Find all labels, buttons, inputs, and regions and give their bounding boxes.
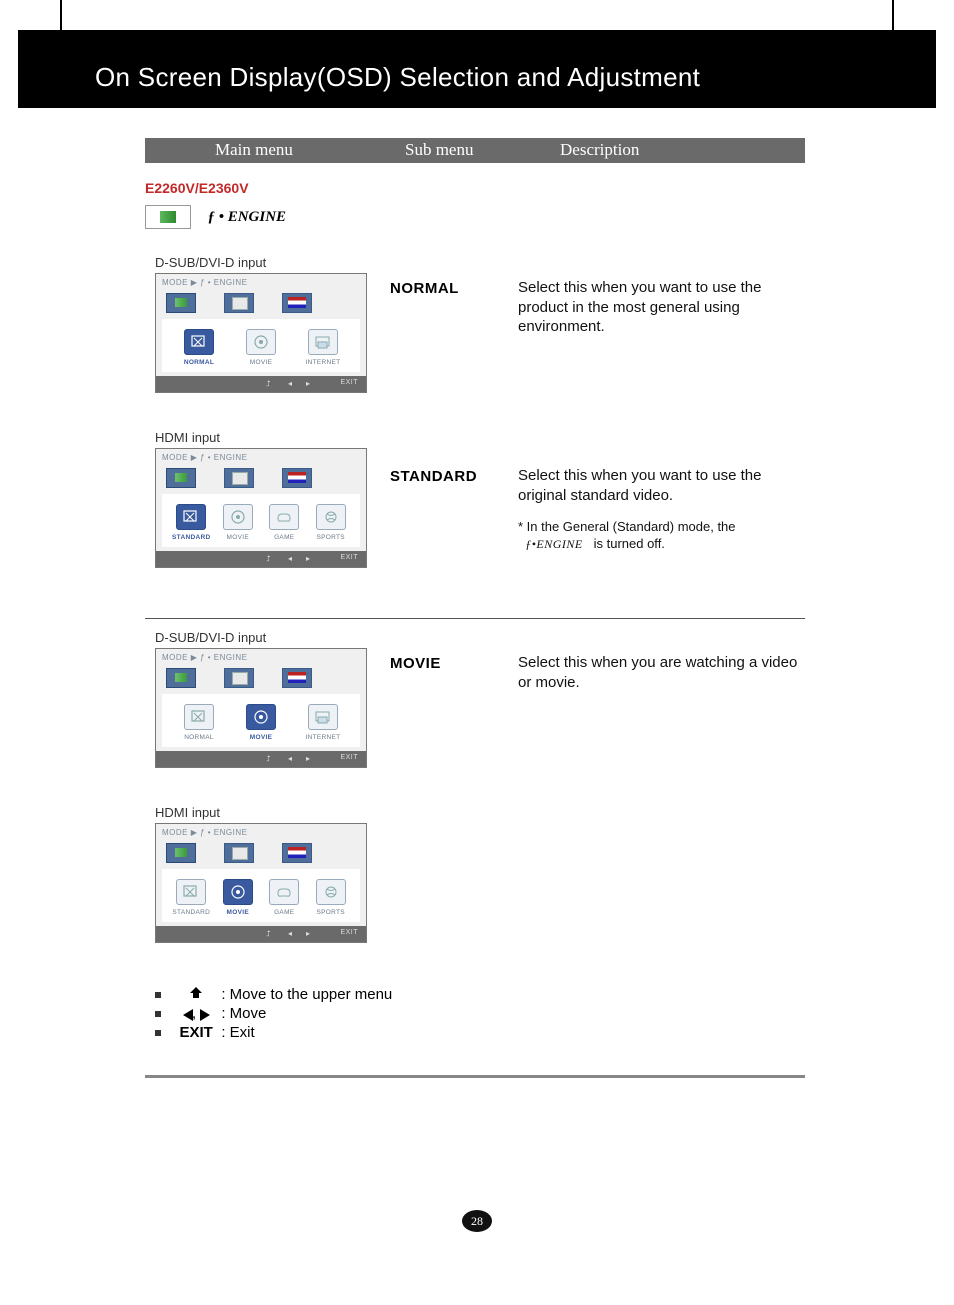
left-right-arrows-icon: , [175,1006,217,1023]
legend-row-up: : Move to the upper menu [155,986,392,1004]
osd-breadcrumb: MODE ▶ ƒ • ENGINE [156,449,366,466]
osd-opt-normal: NORMAL [179,704,219,741]
osd-tab-flag-icon [282,468,312,488]
bullet-icon [155,992,161,998]
crop-mark-right [892,0,894,30]
osd-opt-standard: STANDARD [171,879,211,916]
legend-exit-label: EXIT [175,1024,217,1041]
osd-tab-engine-icon [166,668,196,688]
osd-opt-movie: MOVIE [241,329,281,366]
sub-standard: STANDARD [390,468,477,485]
osd-opt-sports: SPORTS [311,879,351,916]
fengine-inline-icon: ƒ•ENGINE [525,537,583,551]
osd-opt-internet: INTERNET [303,329,343,366]
engine-icon [145,205,191,229]
osd-screenshot-hdmi-movie: MODE ▶ ƒ • ENGINE STANDARD MOVIE GAME SP… [155,823,367,943]
osd-footer: ⮥ ◂ ▸ EXIT [156,551,366,567]
up-icon: ⮥ [266,754,271,764]
exit-label: EXIT [340,379,358,386]
osd-opt-standard: STANDARD [171,504,211,541]
section-divider [145,618,805,619]
osd-opt-internet: INTERNET [303,704,343,741]
desc-movie: Select this when you are watching a vide… [518,653,803,692]
sub-movie: MOVIE [390,655,441,672]
header-desc: Description [560,140,639,160]
model-label: E2260V/E2360V [145,180,249,196]
osd-screenshot-hdmi-standard: MODE ▶ ƒ • ENGINE STANDARD MOVIE GAME SP… [155,448,367,568]
exit-label: EXIT [340,554,358,561]
osd-tab-flag-icon [282,843,312,863]
osd-breadcrumb: MODE ▶ ƒ • ENGINE [156,649,366,666]
osd-screenshot-dsub-movie: MODE ▶ ƒ • ENGINE NORMAL MOVIE INTERNET … [155,648,367,768]
desc-standard: Select this when you want to use the ori… [518,466,803,553]
bottom-rule [145,1075,805,1078]
osd-opt-game: GAME [264,879,304,916]
osd-tab-flag-icon [282,668,312,688]
left-icon: ◂ [288,554,292,563]
right-icon: ▸ [306,379,310,388]
osd-opt-sports: SPORTS [311,504,351,541]
left-icon: ◂ [288,379,292,388]
crop-mark-left [60,0,62,30]
osd-tab-window-icon [224,468,254,488]
header-sub: Sub menu [405,140,473,160]
engine-label: ƒ • ENGINE [207,209,286,226]
up-icon: ⮥ [266,379,271,389]
osd-breadcrumb: MODE ▶ ƒ • ENGINE [156,824,366,841]
legend: : Move to the upper menu , : Move EXIT :… [155,985,392,1042]
caption-hdmi-2: HDMI input [155,805,220,820]
up-arrow-icon [175,986,217,1004]
bullet-icon [155,1011,161,1017]
osd-tab-window-icon [224,843,254,863]
osd-footer: ⮥ ◂ ▸ EXIT [156,376,366,392]
left-icon: ◂ [288,754,292,763]
osd-tab-window-icon [224,668,254,688]
right-icon: ▸ [306,754,310,763]
sub-normal: NORMAL [390,280,459,297]
engine-row: ƒ • ENGINE [145,205,286,233]
left-icon: ◂ [288,929,292,938]
osd-footer: ⮥ ◂ ▸ EXIT [156,751,366,767]
osd-footer: ⮥ ◂ ▸ EXIT [156,926,366,942]
osd-tab-engine-icon [166,843,196,863]
osd-screenshot-dsub-normal: MODE ▶ ƒ • ENGINE NORMAL MOVIE INTERNET … [155,273,367,393]
legend-row-move: , : Move [155,1005,392,1023]
osd-opt-game: GAME [264,504,304,541]
caption-dsub-1: D-SUB/DVI-D input [155,255,266,270]
bullet-icon [155,1030,161,1036]
exit-label: EXIT [340,929,358,936]
header-main: Main menu [215,140,293,160]
right-icon: ▸ [306,929,310,938]
legend-row-exit: EXIT : Exit [155,1024,392,1042]
osd-opt-normal: NORMAL [179,329,219,366]
up-icon: ⮥ [266,929,271,939]
osd-breadcrumb: MODE ▶ ƒ • ENGINE [156,274,366,291]
page-title: On Screen Display(OSD) Selection and Adj… [95,62,700,93]
osd-tab-engine-icon [166,468,196,488]
osd-opt-movie: MOVIE [241,704,281,741]
right-icon: ▸ [306,554,310,563]
osd-opt-movie: MOVIE [218,879,258,916]
osd-opt-movie: MOVIE [218,504,258,541]
page-number-badge: 28 [462,1210,492,1232]
osd-tab-flag-icon [282,293,312,313]
osd-tab-window-icon [224,293,254,313]
desc-normal: Select this when you want to use the pro… [518,278,803,337]
column-header-bar: Main menu Sub menu Description [145,138,805,163]
caption-dsub-2: D-SUB/DVI-D input [155,630,266,645]
osd-tab-engine-icon [166,293,196,313]
caption-hdmi-1: HDMI input [155,430,220,445]
up-icon: ⮥ [266,554,271,564]
exit-label: EXIT [340,754,358,761]
